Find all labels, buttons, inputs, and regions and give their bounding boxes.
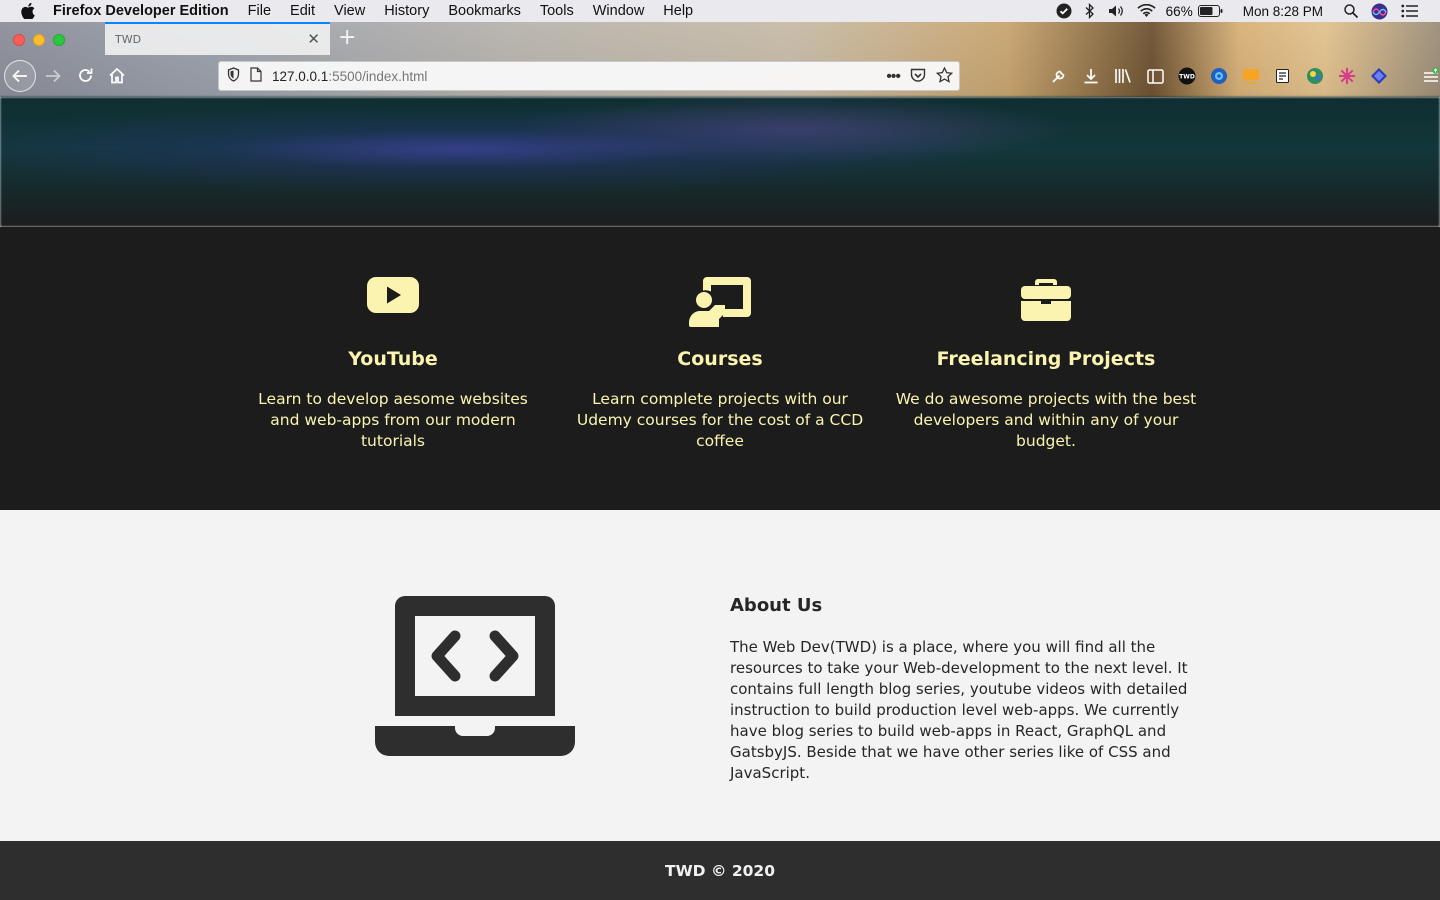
about-section: About Us The Web Dev(TWD) is a place, wh…: [0, 510, 1440, 841]
checkmark-badge-icon[interactable]: [1056, 3, 1072, 19]
menu-history[interactable]: History: [384, 3, 429, 19]
reload-icon: [79, 68, 93, 82]
page-actions-icon[interactable]: •••: [886, 68, 901, 85]
bookmark-star-icon[interactable]: [935, 66, 954, 86]
services-section: YouTube Learn to develop aesome websites…: [0, 227, 1440, 510]
window-minimize-button[interactable]: [33, 34, 45, 46]
tab-close-icon[interactable]: ✕: [307, 32, 320, 47]
laptop-code-icon: [375, 596, 575, 756]
menu-file[interactable]: File: [248, 3, 271, 19]
arrow-right-icon: [46, 69, 61, 83]
service-title: Courses: [677, 348, 763, 370]
bluetooth-icon[interactable]: [1085, 3, 1095, 19]
chalkboard-teacher-icon: [689, 277, 751, 327]
menu-bookmarks[interactable]: Bookmarks: [448, 3, 521, 19]
flower-extension-icon[interactable]: [1338, 67, 1356, 85]
screen-extension-icon[interactable]: [1242, 67, 1260, 85]
twd-extension-icon[interactable]: TWD: [1178, 67, 1196, 85]
globe-extension-icon[interactable]: [1210, 67, 1228, 85]
toolbar-extension-icons: TWD: [1050, 67, 1440, 85]
home-icon: [109, 67, 125, 84]
wifi-icon[interactable]: [1137, 4, 1156, 18]
menu-window[interactable]: Window: [593, 3, 645, 19]
svg-text:TWD: TWD: [1179, 74, 1195, 81]
menubar-status-area: 66% Mon 8:28 PM: [1043, 0, 1440, 22]
address-bar[interactable]: 127.0.0.1:5500/index.html •••: [218, 61, 960, 91]
briefcase-icon: [1021, 279, 1071, 321]
window-maximize-button[interactable]: [53, 34, 65, 46]
url-host: 127.0.0.1: [272, 68, 329, 84]
window-close-button[interactable]: [13, 34, 25, 46]
pocket-icon[interactable]: [910, 68, 926, 86]
browser-toolbar: TWD ✕ + 127.0.0.1:5500/index.html ••• TW…: [0, 22, 1440, 97]
new-tab-icon[interactable]: +: [338, 27, 356, 49]
about-text: The Web Dev(TWD) is a place, where you w…: [730, 638, 1188, 782]
notes-extension-icon[interactable]: [1274, 67, 1292, 85]
forward-button[interactable]: [44, 68, 62, 84]
page-info-icon[interactable]: [250, 67, 262, 85]
battery-icon[interactable]: [1197, 5, 1223, 17]
spotlight-search-icon[interactable]: [1344, 4, 1358, 18]
wrench-devtools-icon[interactable]: [1050, 67, 1068, 85]
arrow-left-icon: [12, 69, 27, 83]
diamond-extension-icon[interactable]: [1370, 67, 1388, 85]
webpage-viewport: YouTube Learn to develop aesome websites…: [0, 97, 1440, 900]
tab-title: TWD: [115, 33, 142, 46]
menu-app-name[interactable]: Firefox Developer Edition: [53, 3, 229, 19]
battery-percentage: 66%: [1165, 3, 1193, 19]
service-description: Learn to develop aesome websites and web…: [258, 390, 528, 450]
downloads-icon[interactable]: [1082, 67, 1100, 85]
url-path: :5500/index.html: [328, 68, 428, 84]
reload-button[interactable]: [77, 67, 94, 84]
reader-sidebar-icon[interactable]: [1146, 67, 1164, 85]
footer-copyright: TWD © 2020: [665, 861, 775, 880]
service-description: Learn complete projects with our Udemy c…: [576, 390, 864, 450]
menu-view[interactable]: View: [334, 3, 365, 19]
youtube-icon: [367, 277, 419, 313]
menubar-clock[interactable]: Mon 8:28 PM: [1243, 4, 1323, 19]
service-description: We do awesome projects with the best dev…: [895, 390, 1197, 450]
hero-background-image: [0, 97, 1440, 227]
home-button[interactable]: [108, 67, 126, 84]
footer: TWD © 2020: [0, 841, 1440, 900]
browser-tab-active[interactable]: TWD ✕: [105, 22, 330, 55]
back-button[interactable]: [4, 60, 36, 92]
color-picker-extension-icon[interactable]: [1306, 67, 1324, 85]
library-icon[interactable]: [1114, 67, 1132, 85]
app-menu-hamburger-icon[interactable]: [1422, 67, 1440, 85]
url-actions: •••: [876, 66, 954, 86]
tracking-protection-shield-icon[interactable]: [227, 67, 240, 85]
about-title: About Us: [730, 595, 823, 616]
menu-edit[interactable]: Edit: [290, 3, 315, 19]
macos-menubar: Firefox Developer Edition File Edit View…: [0, 0, 1440, 22]
apple-logo-icon[interactable]: [21, 3, 35, 19]
menu-help[interactable]: Help: [663, 3, 693, 19]
service-title: Freelancing Projects: [936, 348, 1156, 370]
service-title: YouTube: [348, 348, 438, 370]
notification-center-icon[interactable]: [1401, 4, 1418, 18]
siri-icon[interactable]: [1371, 3, 1388, 20]
menu-tools[interactable]: Tools: [540, 3, 574, 19]
volume-icon[interactable]: [1108, 4, 1124, 18]
url-text[interactable]: 127.0.0.1:5500/index.html: [272, 69, 427, 84]
